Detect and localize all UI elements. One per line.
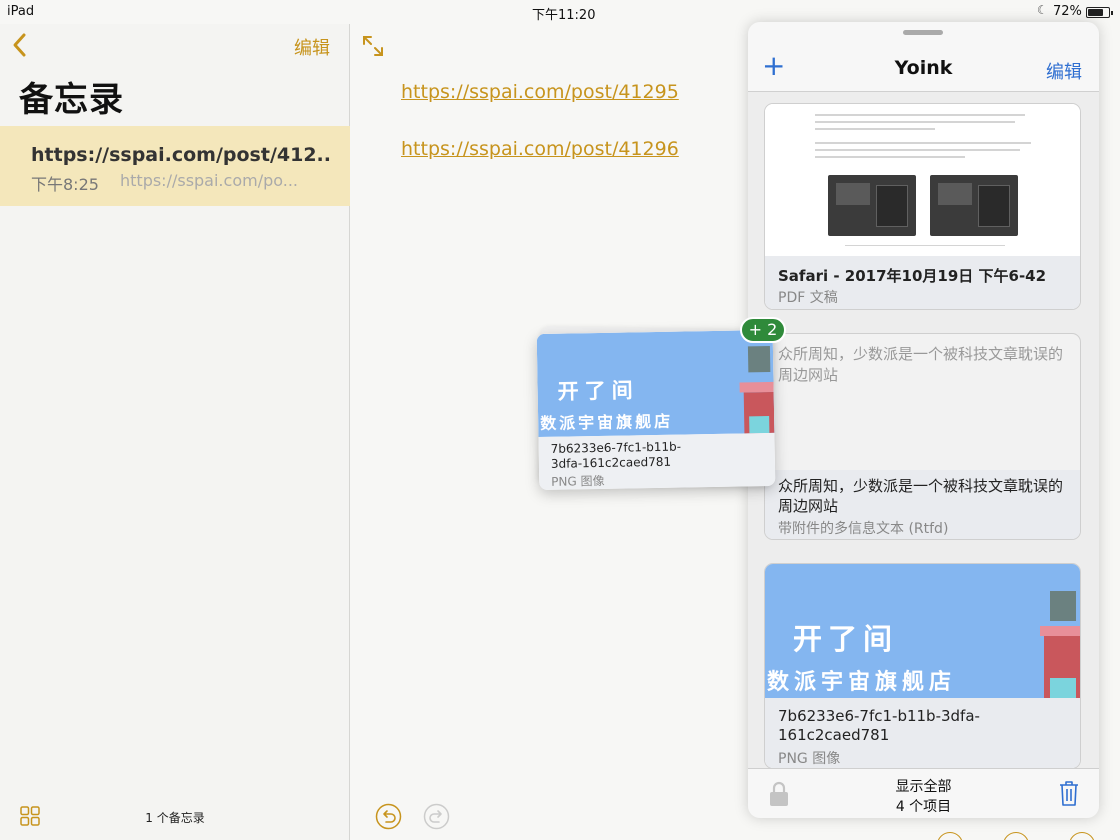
note-list-item[interactable]: https://sspai.com/post/412... 下午8:25 htt… bbox=[0, 126, 350, 206]
sketch-icon[interactable] bbox=[1069, 832, 1095, 840]
camera-icon[interactable] bbox=[1003, 832, 1029, 840]
item-name: 众所周知，少数派是一个被科技文章耽误的周边网站 bbox=[778, 477, 1064, 515]
show-all-button[interactable]: 显示全部 bbox=[748, 776, 1099, 796]
note-link-2[interactable]: https://sspai.com/post/41296 bbox=[401, 138, 679, 160]
battery-percentage: 72% bbox=[1053, 4, 1082, 19]
clock: 下午11:20 bbox=[532, 8, 596, 23]
status-bar: iPad 下午11:20 ☾ 72% bbox=[0, 0, 1120, 24]
item-text-preview: 众所周知，少数派是一个被科技文章耽误的周边网站 bbox=[778, 345, 1064, 384]
laptop-photo bbox=[930, 175, 1018, 236]
dragged-item-preview[interactable]: 开了间 数派宇宙旗舰店 7b6233e6-7fc1-b11b-3dfa-161c… bbox=[536, 329, 776, 491]
yoink-item-rtfd[interactable]: 众所周知，少数派是一个被科技文章耽误的周边网站 众所周知，少数派是一个被科技文章… bbox=[764, 333, 1081, 540]
yoink-footer: 显示全部 4 个项目 bbox=[748, 768, 1099, 818]
device-name: iPad bbox=[7, 4, 35, 19]
item-type: PNG 图像 bbox=[778, 751, 841, 767]
item-name: Safari - 2017年10月19日 下午6-42 bbox=[778, 267, 1047, 285]
yoink-edit-button[interactable]: 编辑 bbox=[1046, 58, 1082, 84]
item-name: 7b6233e6-7fc1-b11b-3dfa-161c2caed781 bbox=[550, 439, 682, 471]
battery-icon bbox=[1086, 7, 1113, 18]
chevron-left-icon[interactable] bbox=[9, 32, 31, 58]
moon-icon: ☾ bbox=[1037, 3, 1048, 17]
note-title: https://sspai.com/post/412... bbox=[31, 144, 331, 166]
shop-kiosk-illustration bbox=[1040, 591, 1080, 698]
note-preview: https://sspai.com/po... bbox=[120, 171, 298, 190]
notes-count: 1 个备忘录 bbox=[145, 811, 205, 825]
note-link-1[interactable]: https://sspai.com/post/41295 bbox=[401, 81, 679, 103]
yoink-header: + Yoink 编辑 bbox=[748, 22, 1099, 92]
pdf-thumbnail bbox=[765, 104, 1080, 256]
item-type: PDF 文稿 bbox=[778, 290, 838, 306]
yoink-item-pdf[interactable]: Safari - 2017年10月19日 下午6-42 PDF 文稿 bbox=[764, 103, 1081, 310]
shop-kiosk-illustration bbox=[739, 346, 775, 434]
redo-icon[interactable] bbox=[423, 803, 450, 830]
item-name: 7b6233e6-7fc1-b11b-3dfa-161c2caed781 bbox=[778, 707, 980, 744]
drag-count-badge: + 2 bbox=[740, 317, 786, 343]
undo-icon[interactable] bbox=[375, 803, 402, 830]
notes-sidebar: 编辑 备忘录 https://sspai.com/post/412... 下午8… bbox=[0, 24, 350, 840]
png-thumbnail: 开了间 数派宇宙旗舰店 bbox=[765, 564, 1080, 698]
checklist-icon[interactable] bbox=[937, 832, 963, 840]
trash-icon[interactable] bbox=[1058, 780, 1080, 807]
item-count: 4 个项目 bbox=[895, 799, 952, 815]
notes-edit-button[interactable]: 编辑 bbox=[294, 34, 330, 60]
yoink-panel: + Yoink 编辑 Safari - 2017年10月19日 下午6-42 P… bbox=[748, 22, 1099, 818]
expand-icon[interactable] bbox=[361, 34, 385, 58]
notes-title: 备忘录 bbox=[19, 80, 124, 120]
item-type: 带附件的多信息文本 (Rtfd) bbox=[778, 521, 949, 537]
png-thumbnail: 开了间 数派宇宙旗舰店 bbox=[536, 329, 775, 438]
note-time: 下午8:25 bbox=[31, 175, 99, 194]
item-type: PNG 图像 bbox=[551, 473, 605, 489]
drag-handle[interactable] bbox=[903, 30, 943, 35]
laptop-photo bbox=[828, 175, 916, 236]
yoink-item-png[interactable]: 开了间 数派宇宙旗舰店 7b6233e6-7fc1-b11b-3dfa-161c… bbox=[764, 563, 1081, 769]
